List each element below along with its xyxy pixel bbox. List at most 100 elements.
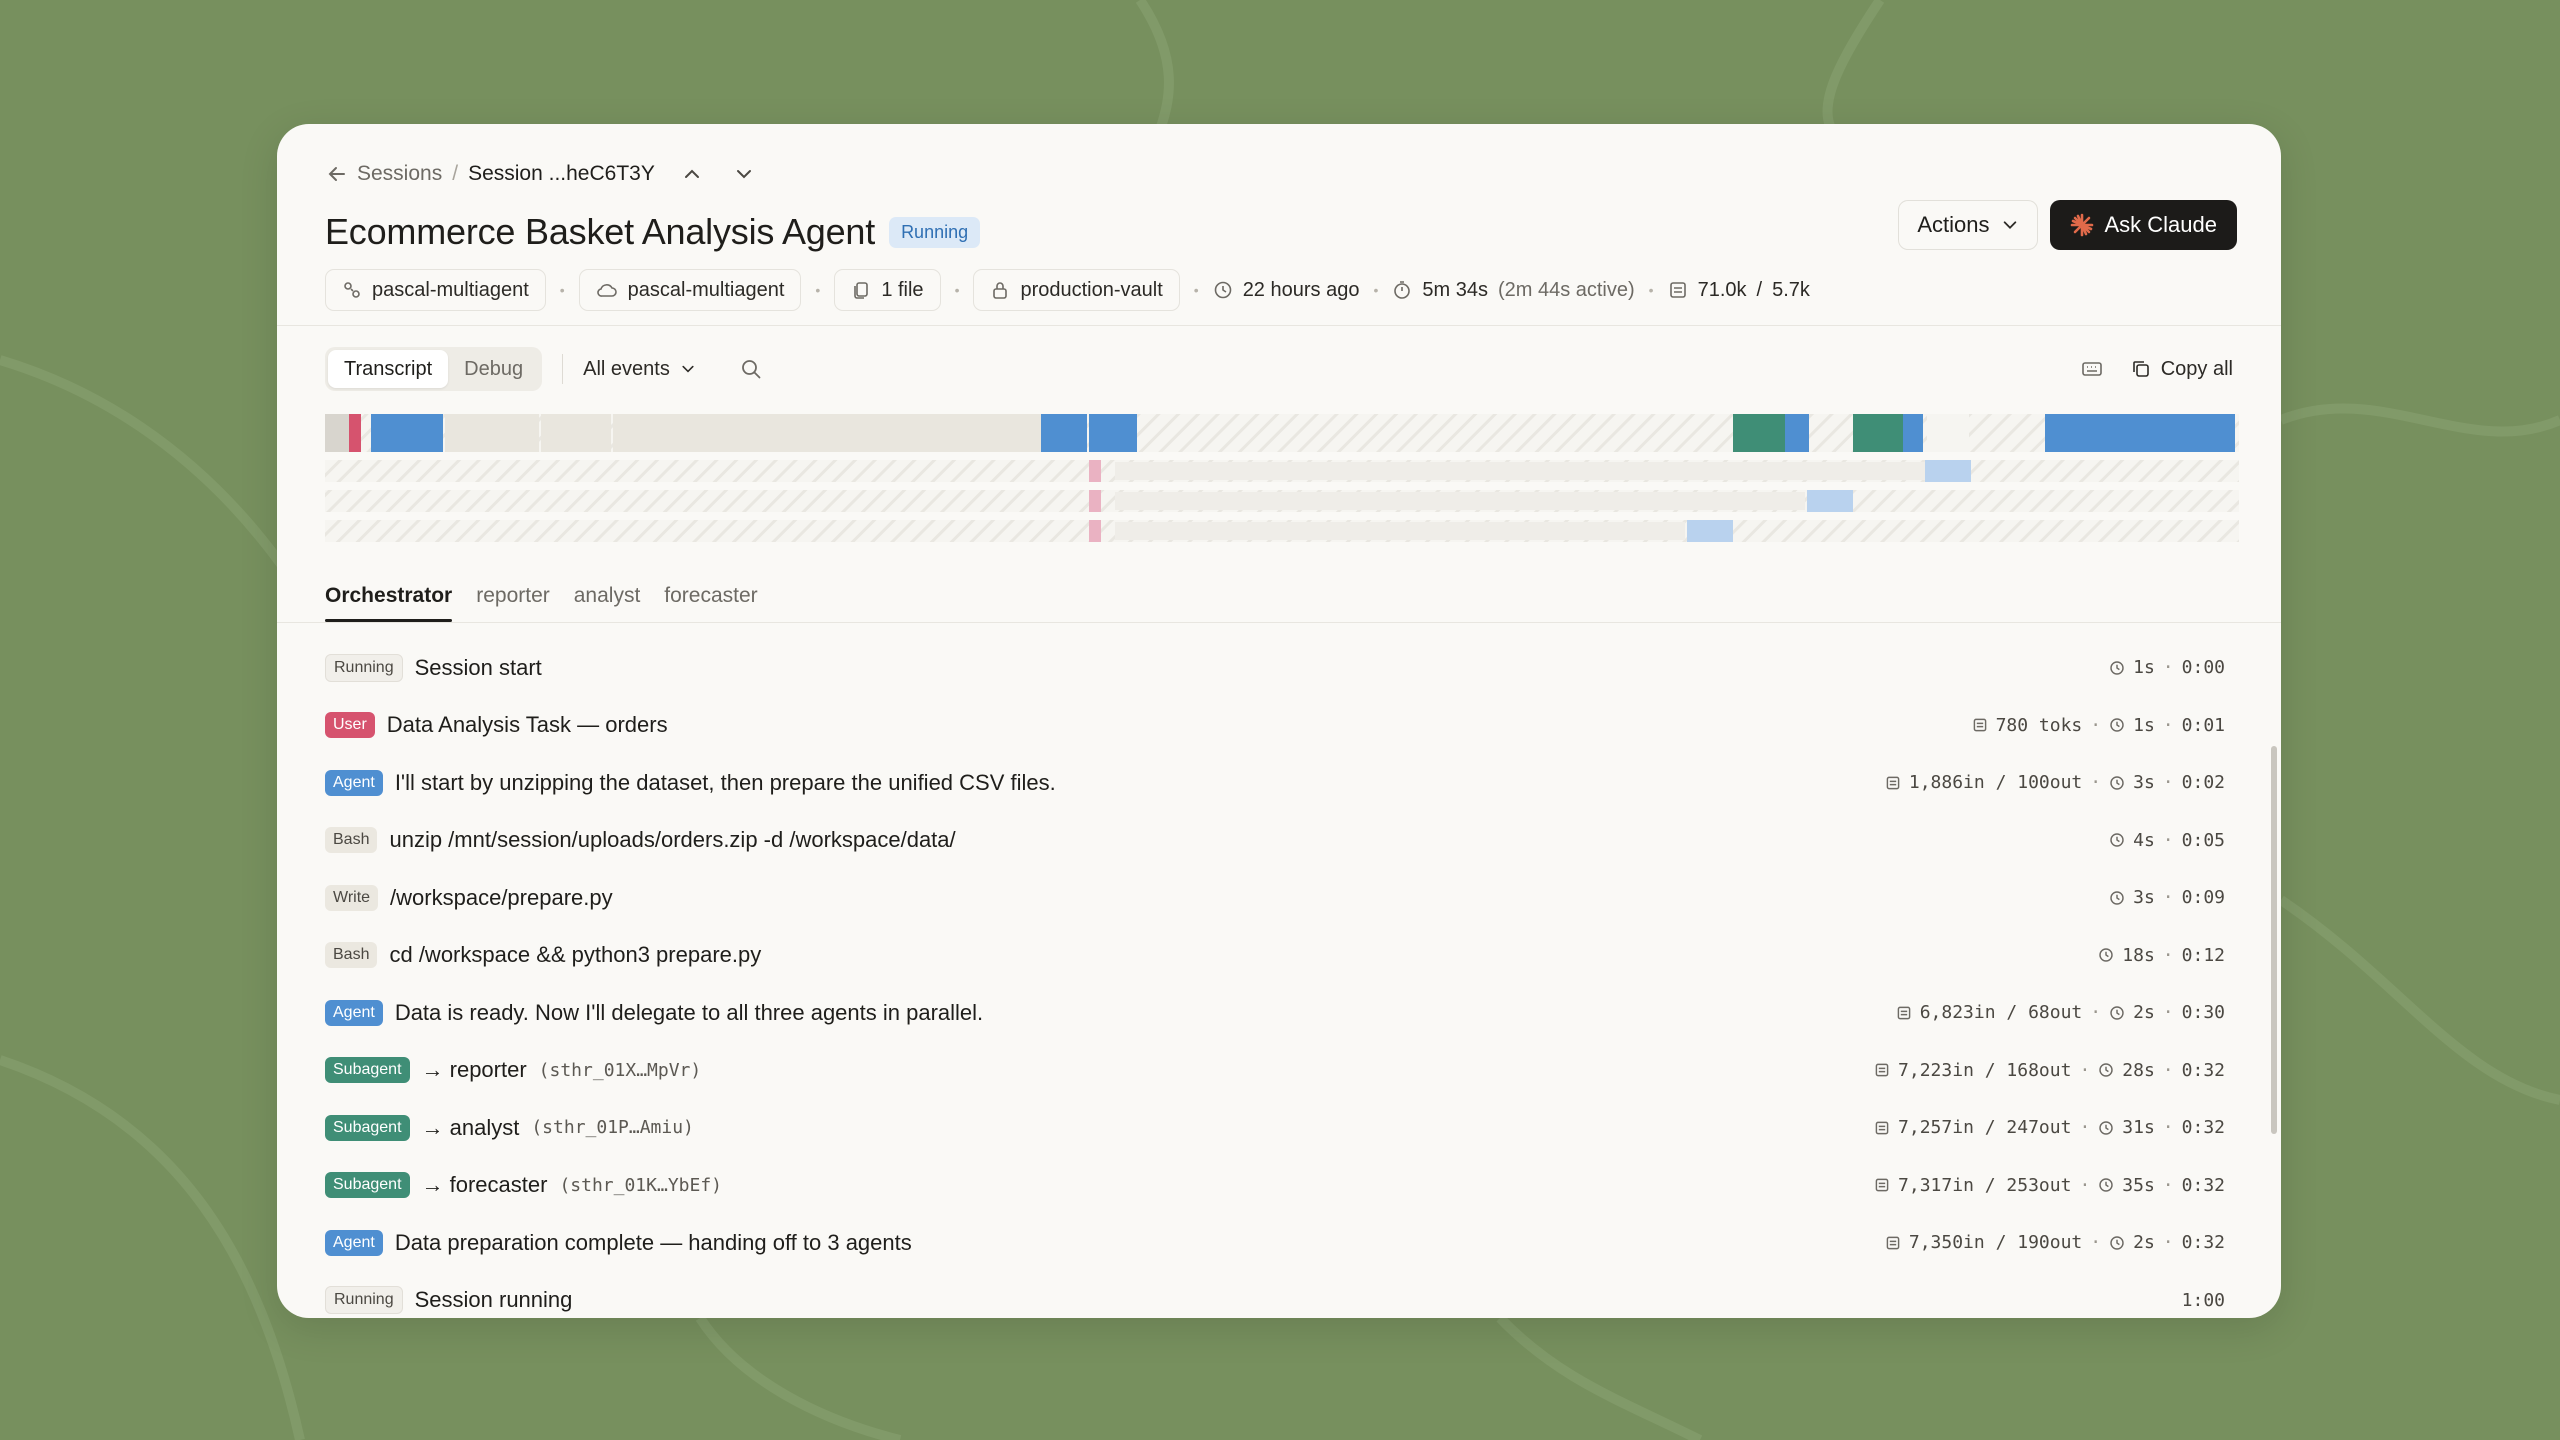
stat-dot: · bbox=[2090, 1232, 2102, 1254]
timeline-lane-orchestrator bbox=[325, 414, 2239, 452]
copy-all-button[interactable]: Copy all bbox=[2131, 358, 2233, 381]
event-row[interactable]: Running Session start 1s · 0:00 bbox=[325, 639, 2225, 697]
event-filter-dropdown[interactable]: All events bbox=[583, 358, 696, 381]
event-list: Running Session start 1s · 0:00 User Dat… bbox=[325, 639, 2225, 1318]
event-duration-value: 3s bbox=[2133, 772, 2155, 794]
event-row[interactable]: Bash unzip /mnt/session/uploads/orders.z… bbox=[325, 812, 2225, 870]
stat-dot: · bbox=[2162, 887, 2174, 909]
event-title: Data preparation complete — handing off … bbox=[394, 1229, 912, 1255]
duration: 5m 34s (2m 44s active) bbox=[1392, 278, 1635, 302]
ask-claude-button[interactable]: Ask Claude bbox=[2050, 200, 2237, 250]
tab-transcript[interactable]: Transcript bbox=[328, 350, 449, 388]
event-title: Data is ready. Now I'll delegate to all … bbox=[394, 999, 984, 1025]
event-timestamp: 0:32 bbox=[2181, 1059, 2225, 1081]
arrow-left-icon[interactable] bbox=[325, 162, 349, 186]
event-type-badge: Bash bbox=[325, 942, 378, 969]
toolbar-right: Copy all bbox=[2081, 358, 2233, 381]
agent-tabs: Orchestrator reporter analyst forecaster bbox=[325, 572, 758, 622]
event-title: Session start bbox=[414, 654, 542, 680]
event-duration: 1s · bbox=[2109, 657, 2174, 678]
event-token-count: 7,223in / 168out bbox=[1898, 1059, 2072, 1081]
meta-dot: • bbox=[815, 282, 821, 298]
event-row[interactable]: Write /workspace/prepare.py 3s · 0:09 bbox=[325, 869, 2225, 927]
token-usage: 71.0k / 5.7k bbox=[1668, 279, 1810, 302]
meta-dot: • bbox=[1193, 282, 1199, 298]
started-time: 22 hours ago bbox=[1213, 278, 1360, 302]
event-duration-value: 1s bbox=[2133, 657, 2155, 679]
actions-dropdown-button[interactable]: Actions bbox=[1898, 200, 2039, 250]
stat-dot: · bbox=[2162, 1059, 2174, 1081]
search-icon[interactable] bbox=[740, 358, 762, 380]
chevron-down-icon bbox=[736, 170, 751, 179]
clock-icon bbox=[2110, 718, 2124, 732]
event-timestamp: 0:30 bbox=[2181, 1002, 2225, 1024]
file-copy-icon bbox=[854, 282, 869, 299]
event-stats: 1:00 bbox=[2182, 1290, 2225, 1311]
stat-dot: · bbox=[2162, 1232, 2174, 1254]
lock-icon bbox=[993, 282, 1008, 299]
event-type-badge: Agent bbox=[325, 999, 383, 1026]
event-row[interactable]: Bash cd /workspace && python3 prepare.py… bbox=[325, 927, 2225, 985]
event-row[interactable]: Agent I'll start by unzipping the datase… bbox=[325, 754, 2225, 812]
transcript-toolbar: Transcript Debug All events Copy all bbox=[325, 346, 2233, 392]
tab-forecaster[interactable]: forecaster bbox=[664, 572, 757, 622]
clock-icon bbox=[2099, 1063, 2114, 1077]
event-timestamp: 0:00 bbox=[2181, 657, 2225, 679]
session-meta: pascal-multiagent • pascal-multiagent • … bbox=[325, 268, 1810, 312]
tab-reporter[interactable]: reporter bbox=[476, 572, 550, 622]
duration-text: 5m 34s bbox=[1422, 278, 1488, 301]
event-row[interactable]: Agent Data is ready. Now I'll delegate t… bbox=[325, 984, 2225, 1042]
session-timeline[interactable] bbox=[325, 414, 2239, 544]
active-duration: (2m 44s active) bbox=[1497, 278, 1635, 301]
event-row[interactable]: Running Session running 1:00 bbox=[325, 1272, 2225, 1319]
previous-session-button[interactable] bbox=[677, 159, 707, 189]
vault-chip[interactable]: production-vault bbox=[973, 269, 1180, 311]
event-title: Data Analysis Task — orders bbox=[386, 712, 668, 738]
event-timestamp: 0:32 bbox=[2181, 1117, 2225, 1139]
tab-debug[interactable]: Debug bbox=[448, 350, 539, 388]
tokens-icon bbox=[1897, 1006, 1911, 1020]
event-type-badge: Subagent bbox=[325, 1057, 410, 1084]
tab-analyst[interactable]: analyst bbox=[574, 572, 641, 622]
stat-dot: · bbox=[2162, 1117, 2174, 1139]
clock-icon bbox=[2110, 1236, 2124, 1250]
event-type-badge: Running bbox=[325, 653, 403, 682]
next-session-button[interactable] bbox=[729, 159, 759, 189]
event-tokens: 780 toks · bbox=[1972, 715, 2101, 736]
event-duration: 1s · bbox=[2109, 715, 2174, 736]
event-row[interactable]: Agent Data preparation complete — handin… bbox=[325, 1214, 2225, 1272]
stat-dot: · bbox=[2162, 714, 2174, 736]
copy-icon bbox=[2132, 361, 2149, 377]
agent-chip[interactable]: pascal-multiagent bbox=[325, 269, 546, 311]
clock-icon bbox=[2110, 1006, 2124, 1020]
event-type-badge: Write bbox=[325, 884, 379, 911]
tab-orchestrator[interactable]: Orchestrator bbox=[325, 572, 453, 622]
event-duration: 2s · bbox=[2109, 1002, 2174, 1023]
breadcrumb-sessions-link[interactable]: Sessions bbox=[357, 162, 442, 186]
meta-dot: • bbox=[954, 282, 960, 298]
event-row[interactable]: User Data Analysis Task — orders 780 tok… bbox=[325, 697, 2225, 755]
stat-dot: · bbox=[2162, 944, 2174, 966]
started-text: 22 hours ago bbox=[1242, 278, 1360, 301]
event-stats: 780 toks · 1s · 0:01 bbox=[1972, 715, 2225, 736]
event-row[interactable]: Subagent → reporter (sthr_01X…MpVr) 7,22… bbox=[325, 1042, 2225, 1100]
event-stats: 6,823in / 68out · 2s · 0:30 bbox=[1896, 1002, 2225, 1023]
keyboard-icon[interactable] bbox=[2081, 359, 2103, 379]
tokens-icon bbox=[1886, 776, 1900, 790]
event-row[interactable]: Subagent → forecaster (sthr_01K…YbEf) 7,… bbox=[325, 1157, 2225, 1215]
event-list-scrollbar[interactable] bbox=[2271, 746, 2277, 1134]
files-chip[interactable]: 1 file bbox=[834, 269, 941, 311]
clock-icon bbox=[2099, 1178, 2114, 1192]
stopwatch-icon bbox=[1394, 281, 1411, 299]
event-duration: 35s · bbox=[2098, 1175, 2174, 1196]
timeline-lane-reporter bbox=[325, 460, 2239, 482]
event-type-badge: Agent bbox=[325, 1229, 383, 1256]
event-row[interactable]: Subagent → analyst (sthr_01P…Amiu) 7,257… bbox=[325, 1099, 2225, 1157]
chevron-down-icon bbox=[2004, 221, 2017, 229]
environment-chip[interactable]: pascal-multiagent bbox=[578, 269, 802, 311]
event-timestamp: 0:02 bbox=[2181, 772, 2225, 794]
clock-icon bbox=[2110, 891, 2124, 905]
event-token-count: 6,823in / 68out bbox=[1919, 1002, 2083, 1024]
stat-dot: · bbox=[2090, 772, 2102, 794]
chevron-up-icon bbox=[684, 169, 699, 178]
